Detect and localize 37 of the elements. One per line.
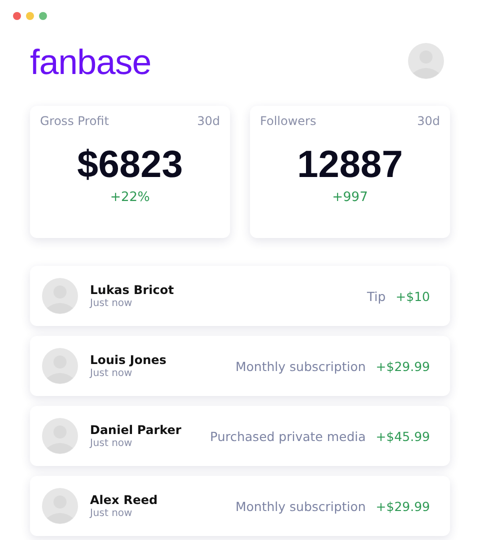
close-window-dot[interactable] — [13, 12, 21, 20]
timestamp: Just now — [90, 298, 134, 309]
avatar-icon — [42, 278, 78, 314]
transaction-amount: +$29.99 — [376, 358, 430, 374]
activity-row[interactable]: Louis Jones Just now Monthly subscription +$29.99 — [30, 336, 450, 396]
stat-value: 12887 — [297, 146, 403, 184]
avatar-icon — [42, 488, 78, 524]
activity-row[interactable]: Daniel Parker Just now Purchased private media +$45.99 — [30, 406, 450, 466]
user-name: Alex Reed — [90, 493, 159, 507]
period-label: 30d — [417, 114, 440, 128]
maximize-window-dot[interactable] — [39, 12, 47, 20]
logo-text: fanbase — [30, 43, 152, 83]
stat-label: Followers — [260, 114, 316, 128]
timestamp: Just now — [90, 438, 134, 449]
transaction-type: Tip — [366, 288, 386, 304]
transaction-amount: +$10 — [396, 288, 430, 304]
user-name: Louis Jones — [90, 353, 168, 367]
transaction-amount: +$45.99 — [376, 428, 430, 444]
period-label: 30d — [197, 114, 220, 128]
user-name: Lukas Bricot — [90, 283, 175, 297]
timestamp: Just now — [90, 368, 134, 379]
transaction-type: Purchased private media — [210, 428, 366, 444]
activity-row[interactable]: Alex Reed Just now Monthly subscription +$29.99 — [30, 476, 450, 536]
timestamp: Just now — [90, 508, 134, 519]
stat-label: Gross Profit — [40, 114, 109, 128]
transaction-type: Monthly subscription — [236, 498, 366, 514]
minimize-window-dot[interactable] — [26, 12, 34, 20]
stat-change: +997 — [332, 190, 368, 205]
transaction-amount: +$29.99 — [376, 498, 430, 514]
avatar-icon — [42, 418, 78, 454]
transaction-type: Monthly subscription — [236, 358, 366, 374]
user-name: Daniel Parker — [90, 423, 182, 437]
stat-change: +22% — [110, 190, 150, 205]
user-avatar-icon[interactable] — [408, 43, 444, 79]
activity-row[interactable]: Lukas Bricot Just now Tip +$10 — [30, 266, 450, 326]
avatar-icon — [42, 348, 78, 384]
stat-value: $6823 — [77, 146, 183, 184]
